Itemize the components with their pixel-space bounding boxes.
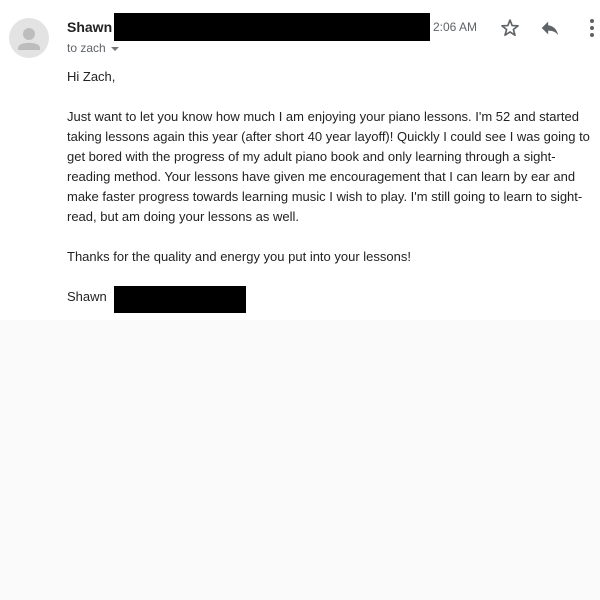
message-time: 2:06 AM xyxy=(433,20,478,34)
more-options-button[interactable] xyxy=(580,16,600,40)
more-vertical-icon xyxy=(590,19,594,37)
empty-background xyxy=(0,320,600,600)
star-button[interactable] xyxy=(498,16,522,40)
signature: Shawn xyxy=(67,289,107,304)
message-paragraph: Thanks for the quality and energy you pu… xyxy=(67,249,411,264)
person-icon xyxy=(18,28,40,50)
redaction-bar-sender-email xyxy=(114,13,430,41)
avatar[interactable] xyxy=(9,18,49,58)
message-body: Hi Zach, Just want to let you know how m… xyxy=(67,67,597,287)
caret-down-icon xyxy=(110,46,119,51)
reply-arrow-icon xyxy=(541,21,559,36)
sender-name[interactable]: Shawn xyxy=(67,19,112,36)
redaction-bar-signature xyxy=(114,286,246,313)
greeting: Hi Zach, xyxy=(67,69,116,84)
message-paragraph: Just want to let you know how much I am … xyxy=(67,109,590,224)
recipient-label: to zach xyxy=(67,41,106,55)
recipient-details-toggle[interactable]: to zach xyxy=(67,41,119,55)
star-outline-icon xyxy=(501,19,519,37)
reply-button[interactable] xyxy=(538,16,562,40)
email-message-card: Shawn 2:06 AM to zach Hi Zach, Just want… xyxy=(0,0,600,320)
